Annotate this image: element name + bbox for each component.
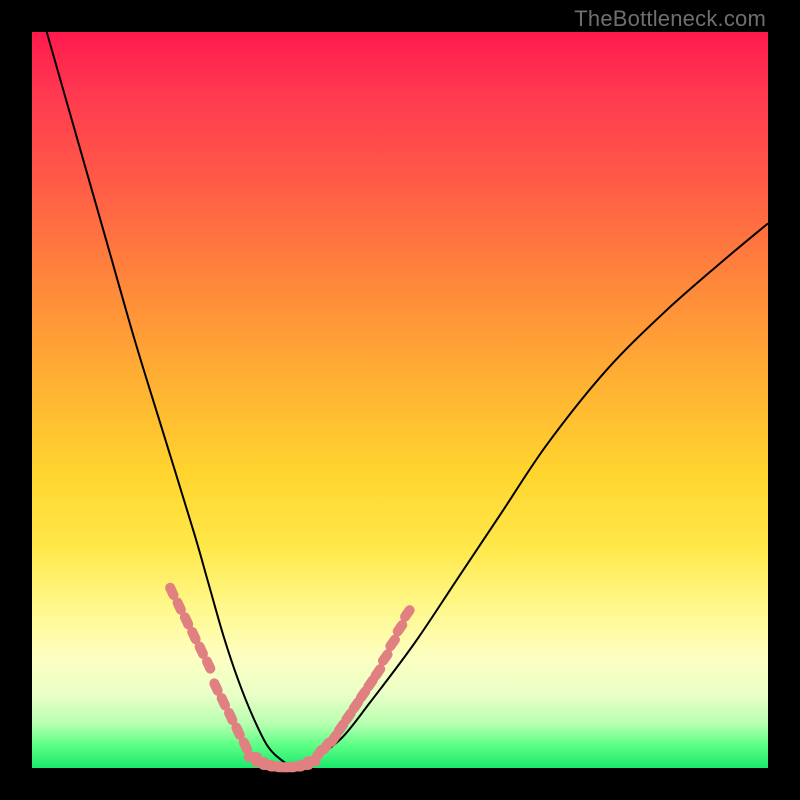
watermark-text: TheBottleneck.com: [574, 6, 766, 32]
bottleneck-curve-path: [47, 32, 768, 768]
chart-frame: TheBottleneck.com: [0, 0, 800, 800]
highlight-dots: [164, 581, 417, 772]
chart-svg: [32, 32, 768, 768]
bottleneck-curve: [47, 32, 768, 768]
plot-area: [32, 32, 768, 768]
